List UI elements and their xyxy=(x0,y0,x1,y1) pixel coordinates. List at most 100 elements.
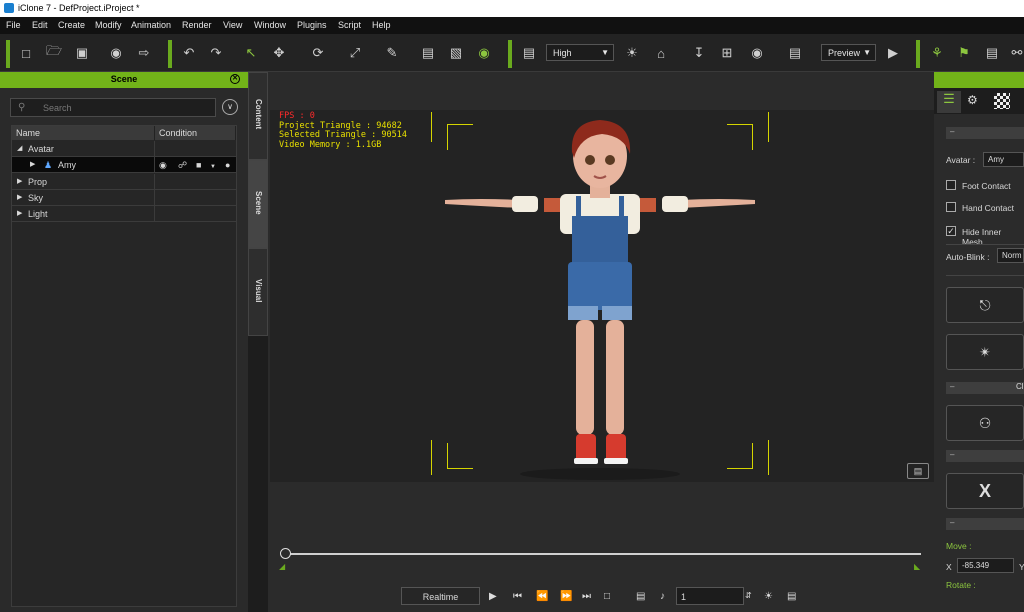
scene-search-box[interactable]: ⚲ Search xyxy=(10,98,216,117)
stack-icon[interactable]: ▤ xyxy=(786,44,804,62)
menu-help[interactable]: Help xyxy=(372,20,391,30)
expand-down-icon[interactable]: ◢ xyxy=(17,144,22,152)
character-action-button[interactable]: ⎋ xyxy=(946,287,1024,323)
foot-contact-checkbox[interactable] xyxy=(946,180,956,190)
save-icon[interactable]: ▣ xyxy=(73,44,91,62)
redo-icon[interactable]: ↷ xyxy=(207,44,225,62)
visibility-eye-icon[interactable]: ◉ xyxy=(475,44,493,62)
column-header-name[interactable]: Name xyxy=(12,126,155,140)
menu-plugins[interactable]: Plugins xyxy=(297,20,327,30)
export-icon[interactable]: ⇨ xyxy=(135,44,153,62)
tree-row-amy[interactable]: ▶ ♟ Amy ◉ ☍ ■ ▼ ● xyxy=(12,157,236,173)
hide-inner-mesh-checkbox[interactable]: ✓ xyxy=(946,226,956,236)
tree-row-prop[interactable]: ▶ Prop xyxy=(12,174,236,190)
tree-row-sky[interactable]: ▶ Sky xyxy=(12,190,236,206)
material-tab-icon[interactable] xyxy=(994,93,1010,109)
menu-edit[interactable]: Edit xyxy=(32,20,48,30)
video-camera-icon[interactable]: ▶ xyxy=(884,44,902,62)
timeline-scrubber[interactable] xyxy=(280,548,291,559)
frame-input[interactable]: 1 xyxy=(676,587,744,605)
menu-create[interactable]: Create xyxy=(58,20,85,30)
close-icon[interactable]: ✕ xyxy=(230,74,240,84)
column-header-condition[interactable]: Condition xyxy=(155,126,236,140)
camera-icon[interactable]: ◉ xyxy=(748,44,766,62)
visibility-eye-icon[interactable]: ◉ xyxy=(159,160,167,171)
preview-eye-icon[interactable]: ◉ xyxy=(107,44,125,62)
tab-scene[interactable]: Scene xyxy=(248,160,268,248)
fast-forward-icon[interactable]: ⏩ xyxy=(560,591,572,602)
tab-visual[interactable]: Visual xyxy=(248,248,268,336)
group-action-button[interactable]: ⚇ xyxy=(946,405,1024,441)
rotate-icon[interactable]: ⟳ xyxy=(309,44,327,62)
quality-dropdown[interactable]: High ▼ xyxy=(546,44,614,61)
flag-icon[interactable]: ⚑ xyxy=(955,44,973,62)
clipboard-icon[interactable]: ▤ xyxy=(983,44,1001,62)
snap-icon[interactable]: ⊞ xyxy=(718,44,736,62)
box-icon[interactable]: ■ xyxy=(196,160,201,170)
light-bulb-icon[interactable]: ☀ xyxy=(623,44,641,62)
expand-right-icon[interactable]: ▶ xyxy=(30,160,35,168)
comment-icon[interactable]: ▤ xyxy=(907,463,929,479)
undo-icon[interactable]: ↶ xyxy=(180,44,198,62)
section-bar[interactable]: – Cl xyxy=(946,382,1024,394)
expand-right-icon[interactable]: ▶ xyxy=(17,193,22,201)
menu-render[interactable]: Render xyxy=(182,20,212,30)
section-collapse-bar[interactable]: – xyxy=(946,518,1024,530)
section-collapse-bar[interactable]: – xyxy=(946,127,1024,139)
key-icon[interactable]: ⚯ xyxy=(1008,44,1024,62)
open-folder-icon[interactable]: 🗁 xyxy=(45,43,63,62)
home-icon[interactable]: ⌂ xyxy=(652,44,670,62)
search-input[interactable]: Search xyxy=(43,103,72,113)
select-arrow-icon[interactable]: ↖ xyxy=(242,44,260,62)
reset-action-button[interactable]: ✴ xyxy=(946,334,1024,370)
end-marker-icon[interactable]: ◣ xyxy=(914,562,920,571)
attributes-tab-icon[interactable]: ☰ xyxy=(937,91,961,113)
scale-icon[interactable]: ⤢ xyxy=(346,44,364,62)
expand-right-icon[interactable]: ▶ xyxy=(17,177,22,185)
layout-icon[interactable]: ▤ xyxy=(520,44,538,62)
motion-tab-icon[interactable]: ⚙ xyxy=(967,93,978,107)
tree-row-light[interactable]: ▶ Light xyxy=(12,206,236,222)
menu-animation[interactable]: Animation xyxy=(131,20,171,30)
avatar-character-figure[interactable] xyxy=(440,112,760,484)
loop-icon[interactable]: □ xyxy=(604,591,610,602)
lock-icon[interactable]: ☍ xyxy=(178,160,187,171)
menu-script[interactable]: Script xyxy=(338,20,361,30)
go-end-icon[interactable]: ⏭ xyxy=(582,591,591,602)
expand-right-icon[interactable]: ▶ xyxy=(17,209,22,217)
x-action-button[interactable]: X xyxy=(946,473,1024,509)
rewind-icon[interactable]: ⏪ xyxy=(536,591,548,602)
frame-stepper-icon[interactable]: ⇵ xyxy=(745,591,752,600)
move-x-input[interactable]: -85.349 xyxy=(957,558,1014,573)
auto-blink-select[interactable]: Norm xyxy=(997,248,1024,263)
timeline-track[interactable] xyxy=(285,553,921,555)
motion-icon[interactable]: ⚘ xyxy=(928,44,946,62)
align-icon[interactable]: ▤ xyxy=(419,44,437,62)
section-collapse-bar[interactable]: – xyxy=(946,450,1024,462)
go-start-icon[interactable]: ⏮ xyxy=(513,591,522,602)
search-options-icon[interactable]: ∨ xyxy=(222,99,238,115)
menu-file[interactable]: File xyxy=(6,20,21,30)
play-icon[interactable]: ▶ xyxy=(489,591,497,602)
music-note-icon[interactable]: ♪ xyxy=(660,591,665,602)
tree-row-avatar[interactable]: ◢ Avatar xyxy=(12,141,236,157)
new-file-icon[interactable]: □ xyxy=(17,44,35,62)
preview-dropdown[interactable]: Preview ▼ xyxy=(821,44,876,61)
shadow-icon[interactable]: ● xyxy=(225,160,230,170)
menu-window[interactable]: Window xyxy=(254,20,286,30)
tab-content[interactable]: Content xyxy=(248,72,268,160)
start-marker-icon[interactable]: ◢ xyxy=(279,562,285,571)
align-bottom-icon[interactable]: ▧ xyxy=(447,44,465,62)
realtime-mode-button[interactable]: Realtime xyxy=(401,587,480,605)
settings-gear-icon[interactable]: ☀ xyxy=(764,591,773,602)
pick-icon[interactable]: ✎ xyxy=(383,44,401,62)
menu-modify[interactable]: Modify xyxy=(95,20,122,30)
chevron-down-icon[interactable]: ▼ xyxy=(210,164,216,170)
move-icon[interactable]: ✥ xyxy=(270,44,288,62)
timeline-icon[interactable]: ▤ xyxy=(787,591,796,602)
subtitle-icon[interactable]: ▤ xyxy=(636,591,645,602)
drop-to-floor-icon[interactable]: ↧ xyxy=(690,44,708,62)
avatar-select[interactable]: Amy xyxy=(983,152,1024,167)
hand-contact-checkbox[interactable] xyxy=(946,202,956,212)
menu-view[interactable]: View xyxy=(223,20,242,30)
